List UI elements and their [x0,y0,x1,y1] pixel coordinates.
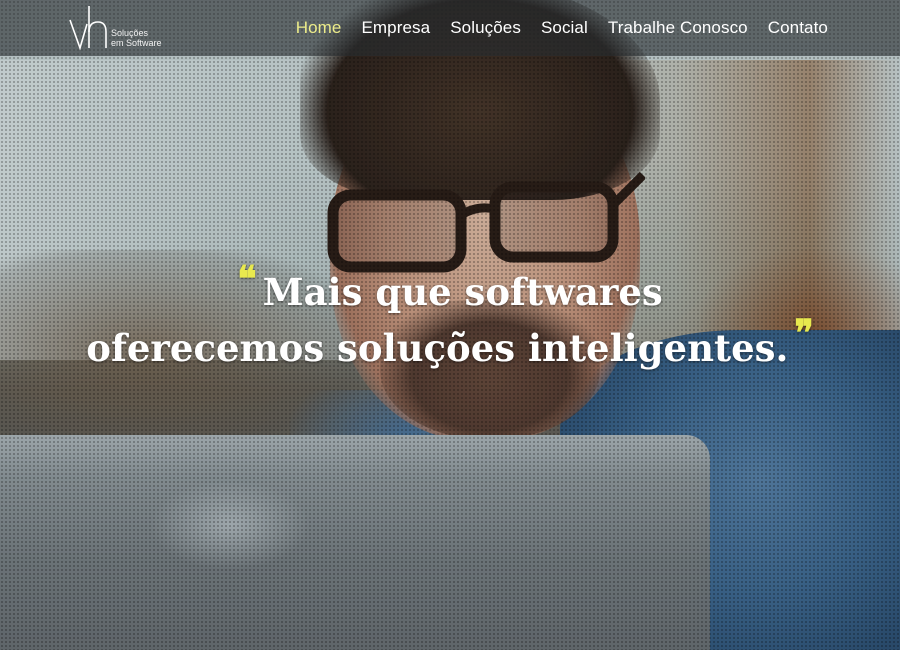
logo-tagline-line2: em Software [111,38,162,48]
nav-social[interactable]: Social [541,18,588,38]
hero-banner: ❝ Mais que softwares oferecemos soluções … [0,0,900,650]
dot-pattern-overlay [0,0,900,650]
nav-empresa[interactable]: Empresa [361,18,430,38]
logo-mark-icon [69,6,107,50]
open-quote-icon: ❝ [237,258,257,300]
nav-contato[interactable]: Contato [768,18,828,38]
hero-headline-line1: ❝ Mais que softwares [0,258,900,314]
nav-home[interactable]: Home [296,18,342,38]
nav-solucoes[interactable]: Soluções [450,18,521,38]
main-nav: Home Empresa Soluções Social Trabalhe Co… [296,0,828,56]
logo-tagline: Soluções em Software [111,28,162,48]
site-header: Soluções em Software Home Empresa Soluçõ… [0,0,900,56]
hero-line1-text: Mais que softwares [262,270,663,314]
hero-headline-line2: oferecemos soluções inteligentes. ❞ [0,312,900,370]
hero-line2-text: oferecemos soluções inteligentes. [86,326,789,370]
logo-tagline-line1: Soluções [111,28,149,38]
logo[interactable]: Soluções em Software [68,4,168,52]
close-quote-icon: ❞ [794,312,814,354]
nav-trabalhe-conosco[interactable]: Trabalhe Conosco [608,18,748,38]
